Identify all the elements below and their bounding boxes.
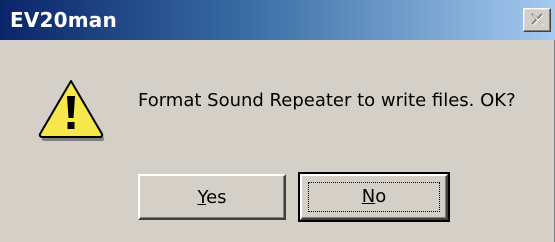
- close-x-icon: [531, 13, 544, 26]
- message-dialog: EV20man Format Sound Repeater to write f…: [0, 0, 555, 242]
- no-accelerator: N: [361, 186, 376, 207]
- yes-label-rest: es: [206, 187, 227, 208]
- window-title: EV20man: [10, 8, 117, 32]
- warning-icon: [38, 80, 105, 141]
- title-bar[interactable]: EV20man: [0, 0, 555, 40]
- dialog-message: Format Sound Repeater to write files. OK…: [138, 90, 516, 111]
- close-button[interactable]: [523, 8, 551, 32]
- yes-button[interactable]: Yes: [138, 174, 286, 220]
- yes-button-label: Yes: [197, 187, 226, 208]
- no-button-label: No: [362, 186, 386, 207]
- yes-accelerator: Y: [197, 187, 207, 208]
- no-label-rest: o: [375, 186, 387, 207]
- no-button[interactable]: No: [298, 172, 450, 222]
